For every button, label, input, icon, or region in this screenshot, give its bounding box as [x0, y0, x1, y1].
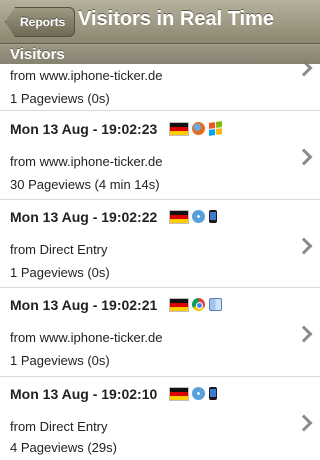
visitor-time: Mon 13 Aug - 19:02:22	[10, 209, 158, 225]
visitor-pageviews: 1 Pageviews (0s)	[10, 265, 110, 280]
chevron-right-icon	[295, 237, 313, 255]
navigation-bar: Reports Visitors in Real Time	[0, 0, 320, 44]
visitor-source: from www.iphone-ticker.de	[10, 154, 163, 169]
safari-icon	[192, 387, 205, 400]
germany-flag-icon	[170, 122, 188, 135]
visitor-source: from Direct Entry	[10, 242, 108, 257]
visitor-time: Mon 13 Aug - 19:02:23	[10, 121, 158, 137]
germany-flag-icon	[170, 387, 188, 400]
windows-icon	[209, 121, 222, 136]
firefox-icon	[192, 122, 205, 135]
iphone-icon	[209, 387, 217, 400]
visitor-list: from www.iphone-ticker.de 1 Pageviews (0…	[0, 59, 320, 460]
iphone-icon	[209, 210, 217, 223]
chevron-right-icon	[295, 414, 313, 432]
visitor-row[interactable]: from www.iphone-ticker.de 1 Pageviews (0…	[0, 59, 320, 111]
visitor-source: from Direct Entry	[10, 419, 108, 434]
visitor-time: Mon 13 Aug - 19:02:21	[10, 297, 158, 313]
visitor-pageviews: 1 Pageviews (0s)	[10, 91, 110, 106]
visitor-row[interactable]: Mon 13 Aug - 19:02:10 from Direct Entry …	[0, 377, 320, 460]
page-title: Visitors in Real Time	[78, 8, 275, 30]
germany-flag-icon	[170, 210, 188, 223]
chevron-right-icon	[295, 148, 313, 166]
finder-icon	[209, 298, 222, 311]
visitor-pageviews: 4 Pageviews (29s)	[10, 440, 117, 455]
safari-icon	[192, 210, 205, 223]
visitor-time: Mon 13 Aug - 19:02:10	[10, 386, 158, 402]
visitor-row[interactable]: Mon 13 Aug - 19:02:22 from Direct Entry …	[0, 200, 320, 288]
visitor-row[interactable]: Mon 13 Aug - 19:02:21 from www.iphone-ti…	[0, 288, 320, 377]
reports-back-button[interactable]: Reports	[5, 7, 76, 37]
chrome-icon	[192, 298, 205, 311]
visitor-pageviews: 1 Pageviews (0s)	[10, 353, 110, 368]
visitor-source: from www.iphone-ticker.de	[10, 330, 163, 345]
chevron-right-icon	[295, 325, 313, 343]
germany-flag-icon	[170, 298, 188, 311]
section-title: Visitors	[10, 46, 65, 63]
visitor-source: from www.iphone-ticker.de	[10, 68, 163, 83]
visitor-row[interactable]: Mon 13 Aug - 19:02:23 from www.iphone-ti…	[0, 111, 320, 200]
section-header-visitors: Visitors	[0, 44, 320, 64]
visitor-pageviews: 30 Pageviews (4 min 14s)	[10, 177, 160, 192]
